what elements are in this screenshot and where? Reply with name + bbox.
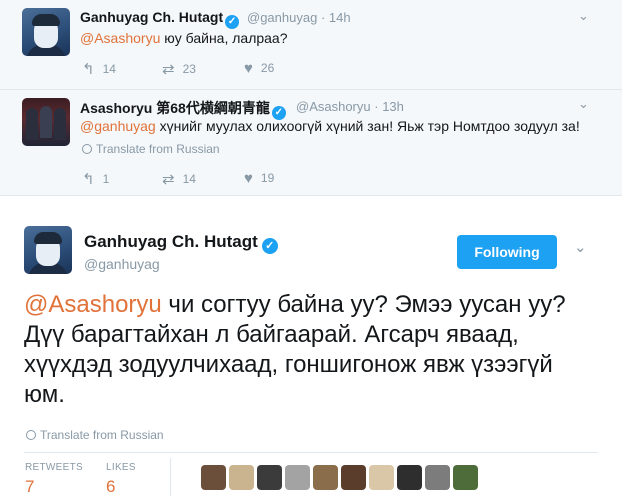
liker-avatar[interactable]	[201, 465, 226, 490]
likes-label: LIKES	[106, 462, 136, 473]
retweets-count[interactable]: 7	[25, 477, 34, 497]
globe-icon	[82, 144, 92, 154]
liker-avatar[interactable]	[397, 465, 422, 490]
liker-avatar[interactable]	[257, 465, 282, 490]
author-handle[interactable]: @Asashoryu · 13h	[296, 99, 404, 114]
retweet-icon: ⇄	[162, 61, 175, 78]
verified-badge-icon: ✓	[225, 15, 240, 29]
globe-icon	[26, 430, 36, 440]
liker-avatar[interactable]	[229, 465, 254, 490]
translate-link[interactable]: Translate from Russian	[26, 428, 164, 442]
liker-avatar[interactable]	[285, 465, 310, 490]
tweet-ganhuyag-reply[interactable]: Ganhuyag Ch. Hutagt ✓ @ganhuyag · 14h ⌄ @…	[0, 0, 622, 90]
heart-icon: ♥	[244, 60, 253, 77]
chevron-down-icon[interactable]: ⌄	[578, 96, 589, 112]
retweet-icon: ⇄	[162, 171, 175, 188]
author-name[interactable]: Ganhuyag Ch. Hutagt ✓	[80, 9, 240, 29]
avatar-ganhuyag[interactable]	[24, 226, 72, 274]
reply-icon: ↰	[82, 61, 95, 78]
divider	[24, 452, 598, 453]
tweet-asashoryu-reply[interactable]: Asashoryu 第68代横綱朝青龍 ✓ @Asashoryu · 13h ⌄ …	[0, 90, 622, 196]
timestamp[interactable]: · 14h	[321, 10, 351, 25]
likes-count[interactable]: 6	[106, 477, 115, 497]
reply-button[interactable]: ↰ 14	[82, 60, 116, 78]
heart-icon: ♥	[244, 170, 253, 187]
retweet-button[interactable]: ⇄ 14	[162, 170, 196, 188]
liker-avatar[interactable]	[425, 465, 450, 490]
avatar-asashoryu[interactable]	[22, 98, 70, 146]
retweet-button[interactable]: ⇄ 23	[162, 60, 196, 78]
like-button[interactable]: ♥ 19	[244, 170, 274, 187]
tweet-text: @ganhuyag хүнийг муулах олихоогүй хүний …	[80, 118, 580, 134]
reply-button[interactable]: ↰ 1	[82, 170, 109, 188]
author-name[interactable]: Ganhuyag Ch. Hutagt ✓	[84, 232, 278, 254]
chevron-down-icon[interactable]: ⌄	[578, 8, 589, 24]
mention-link[interactable]: @Asashoryu	[80, 30, 160, 46]
chevron-down-icon[interactable]: ⌄	[574, 238, 587, 256]
liker-avatar[interactable]	[369, 465, 394, 490]
mention-link[interactable]: @Asashoryu	[24, 291, 162, 318]
tweet-text: @Asashoryu чи согтуу байна уу? Эмээ ууса…	[24, 291, 566, 408]
divider	[170, 458, 171, 496]
timestamp[interactable]: · 13h	[374, 99, 404, 114]
author-handle[interactable]: @ganhuyag	[84, 256, 160, 272]
reply-icon: ↰	[82, 171, 95, 188]
liker-avatar[interactable]	[453, 465, 478, 490]
verified-badge-icon: ✓	[261, 238, 278, 254]
liker-avatar[interactable]	[313, 465, 338, 490]
retweets-label: RETWEETS	[25, 462, 83, 473]
mention-link[interactable]: @ganhuyag	[80, 118, 156, 134]
translate-link[interactable]: Translate from Russian	[82, 142, 220, 156]
author-handle[interactable]: @ganhuyag · 14h	[247, 10, 351, 25]
tweet-text: @Asashoryu юу байна, лалраа?	[80, 30, 288, 46]
like-button[interactable]: ♥ 26	[244, 60, 274, 77]
avatar-ganhuyag[interactable]	[22, 8, 70, 56]
following-button[interactable]: Following	[457, 235, 557, 269]
liker-avatar[interactable]	[341, 465, 366, 490]
author-name[interactable]: Asashoryu 第68代横綱朝青龍 ✓	[80, 98, 286, 120]
